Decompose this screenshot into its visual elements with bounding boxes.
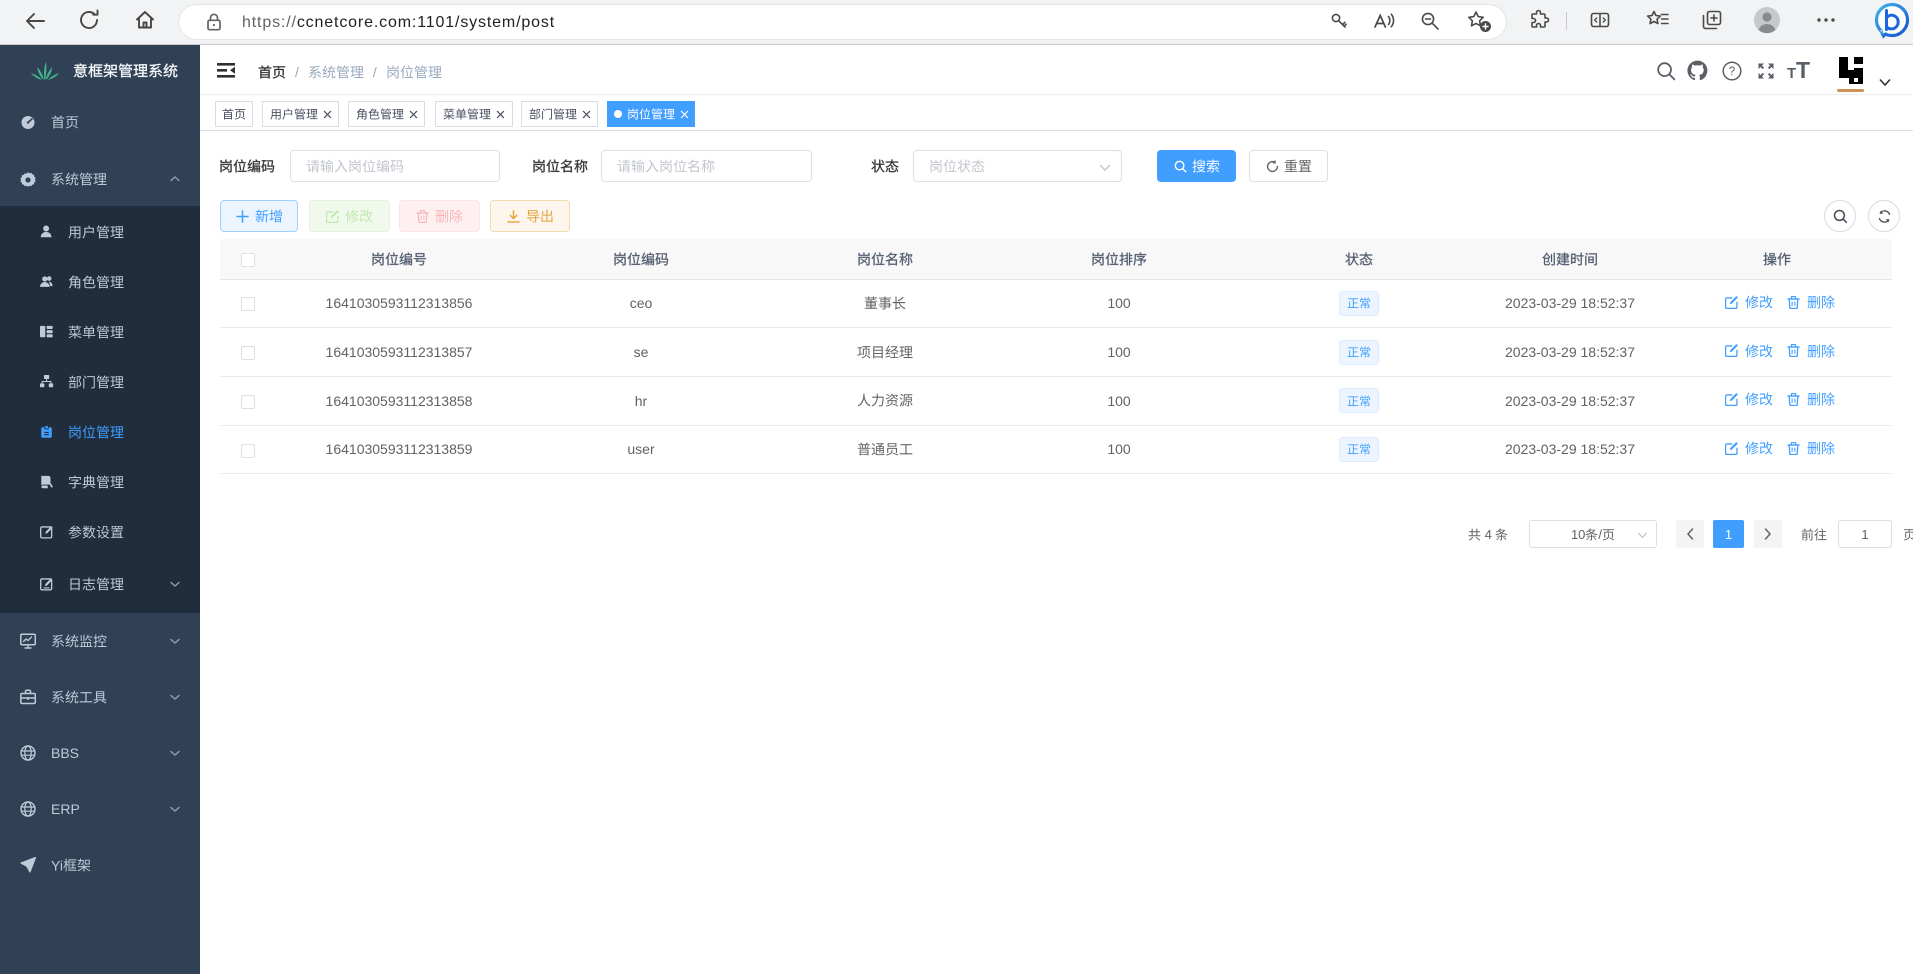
svg-text:?: ?: [1729, 66, 1735, 78]
